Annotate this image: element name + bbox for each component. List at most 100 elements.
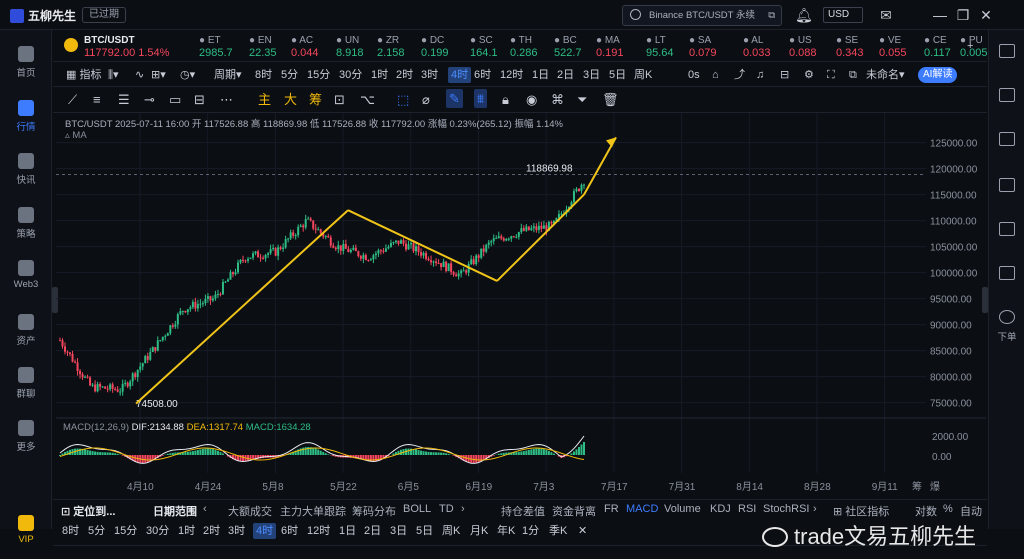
sidebar-item-vip[interactable]: VIP [0,515,52,545]
ray-icon[interactable]: ⊸ [144,92,155,107]
auto-toggle[interactable]: 自动 [960,503,982,519]
fullscreen-icon[interactable]: ⛶ [827,67,835,83]
ticker-et[interactable]: ● ET 2985.7 [199,34,237,60]
tool-big-trades[interactable]: 大额成交 [228,503,272,519]
timeframe-5[interactable]: 2时 [396,67,413,83]
ticker-al[interactable]: ● AL 0.033 [743,34,781,60]
ohlc-icon[interactable]: ⫼▾ [108,67,119,83]
next-icon[interactable]: › [461,503,465,515]
ticker-th[interactable]: ● TH 0.286 [510,34,548,60]
ticker-ve[interactable]: ● VE 0.055 [879,34,917,60]
ai-button[interactable]: AI解读 [918,67,958,83]
app-logo[interactable]: 五柳先生 [10,7,76,24]
order-label[interactable]: 下单 [989,329,1024,343]
restore-icon[interactable]: ❐ [955,7,971,23]
big-order-tool[interactable]: 大 [284,92,297,107]
period-13[interactable]: 5日 [416,523,433,539]
ticker-se[interactable]: ● SE 0.343 [836,34,874,60]
sidebar-item-more[interactable]: 更多 [0,420,52,453]
period-6[interactable]: 3时 [228,523,245,539]
main-force-tool[interactable]: 主 [258,92,271,107]
sidebar-item-news[interactable]: 快讯 [0,153,52,186]
layout-save-icon[interactable]: ⧉ [849,67,857,83]
timeframe-14[interactable]: 周K [634,67,652,83]
prev-icon[interactable]: ‹ [203,503,207,515]
pct-toggle[interactable]: % [943,503,953,515]
tool-macd[interactable]: MACD [626,503,658,515]
trash-icon[interactable]: 🗑︎ [602,92,619,107]
tool-boll[interactable]: BOLL [403,503,431,515]
tool-main-force[interactable]: 主力大单跟踪 [280,503,346,519]
link-icon[interactable]: ⌘ [551,92,564,107]
eraser-icon[interactable]: ⌀ [422,92,430,107]
period-1[interactable]: 5分 [88,523,105,539]
tag-icon[interactable] [999,266,1015,280]
sidebar-item-home[interactable]: 首页 [0,46,52,79]
order-icon[interactable] [999,310,1015,324]
period-9[interactable]: 12时 [307,523,330,539]
period-12[interactable]: 3日 [390,523,407,539]
camera-icon[interactable]: ⌂ [712,67,719,83]
ticker-ma[interactable]: ● MA 0.191 [596,34,634,60]
period-5[interactable]: 2时 [203,523,220,539]
ticker-un[interactable]: ● UN 8.918 [336,34,374,60]
timeframe-11[interactable]: 2日 [557,67,574,83]
period-17[interactable]: 1分 [522,523,539,539]
text-icon[interactable]: ⌥ [360,92,375,107]
clock-icon[interactable]: ◷▾ [180,67,195,83]
timeframe-12[interactable]: 3日 [583,67,600,83]
timeframe-7[interactable]: 4时 [448,67,472,83]
chip-tool[interactable]: 筹 [309,92,322,107]
ticker-us[interactable]: ● US 0.088 [789,34,827,60]
ruler-icon[interactable]: ⊞▾ [151,67,166,83]
log-toggle[interactable]: 对数 [915,503,937,519]
ticker-dc[interactable]: ● DC 0.199 [421,34,459,60]
add-ticker-icon[interactable]: + [967,38,973,54]
timeframe-13[interactable]: 5日 [609,67,626,83]
community-indicators[interactable]: ⊞ 社区指标 [833,503,889,519]
period-14[interactable]: 周K [442,523,460,539]
tool-td[interactable]: TD [439,503,454,515]
ma-legend[interactable]: ▵ MA [65,130,87,141]
period-dropdown[interactable]: 周期▾ [214,67,242,83]
measure-icon[interactable]: ⩩ [474,89,487,108]
timeframe-1[interactable]: 5分 [281,67,298,83]
settings-icon[interactable]: ⚙ [804,67,814,83]
ticker-lt[interactable]: ● LT 95.64 [646,34,684,60]
lock-icon[interactable]: 🔒︎ [502,92,509,107]
indicators-button[interactable]: ▦ 指标 [66,67,101,83]
period-15[interactable]: 月K [470,523,488,539]
period-3[interactable]: 30分 [146,523,169,539]
price-chart[interactable]: 75000.00 80000.00 85000.00 90000.00 95000.00… [56,113,986,496]
ticker-zr[interactable]: ● ZR 2.158 [377,34,415,60]
tool-kdj[interactable]: KDJ [710,503,731,515]
trend-icon[interactable] [999,178,1015,192]
rect-icon[interactable]: ▭ [169,92,181,107]
unnamed-layout[interactable]: 未命名▾ [866,67,905,83]
timeframe-6[interactable]: 3时 [421,67,438,83]
template-icon[interactable]: ⊟ [780,67,789,83]
mail-icon[interactable]: ✉ [878,7,894,23]
tool-divergence[interactable]: 资金背离 [552,503,596,519]
bell-alert-icon[interactable]: ♫ [756,67,764,83]
period-11[interactable]: 2日 [364,523,381,539]
expand-icon[interactable]: ⧉ [768,6,775,25]
timeframe-8[interactable]: 6时 [474,67,491,83]
expired-badge[interactable]: 已过期 [82,7,126,23]
compare-icon[interactable]: ∿ [135,67,144,83]
timeframe-9[interactable]: 12时 [500,67,523,83]
cursor-icon[interactable]: ⬚ [397,92,409,107]
locate-button[interactable]: ⊡ 定位到... [61,503,115,519]
trendline-icon[interactable]: ⟋ [68,92,77,107]
timeframe-3[interactable]: 30分 [339,67,362,83]
period-8[interactable]: 6时 [281,523,298,539]
ticker-ac[interactable]: ● AC 0.044 [291,34,329,60]
more-tools-icon[interactable]: ⋯ [220,92,233,107]
sidebar-item-chat[interactable]: 群聊 [0,367,52,400]
period-7[interactable]: 4时 [253,523,277,539]
timeframe-0[interactable]: 8时 [255,67,272,83]
orderbook-icon[interactable] [999,88,1015,102]
timeframe-10[interactable]: 1日 [532,67,549,83]
sidebar-item-assets[interactable]: 资产 [0,314,52,347]
ticker-pu[interactable]: ● PU 0.005 [960,34,998,60]
